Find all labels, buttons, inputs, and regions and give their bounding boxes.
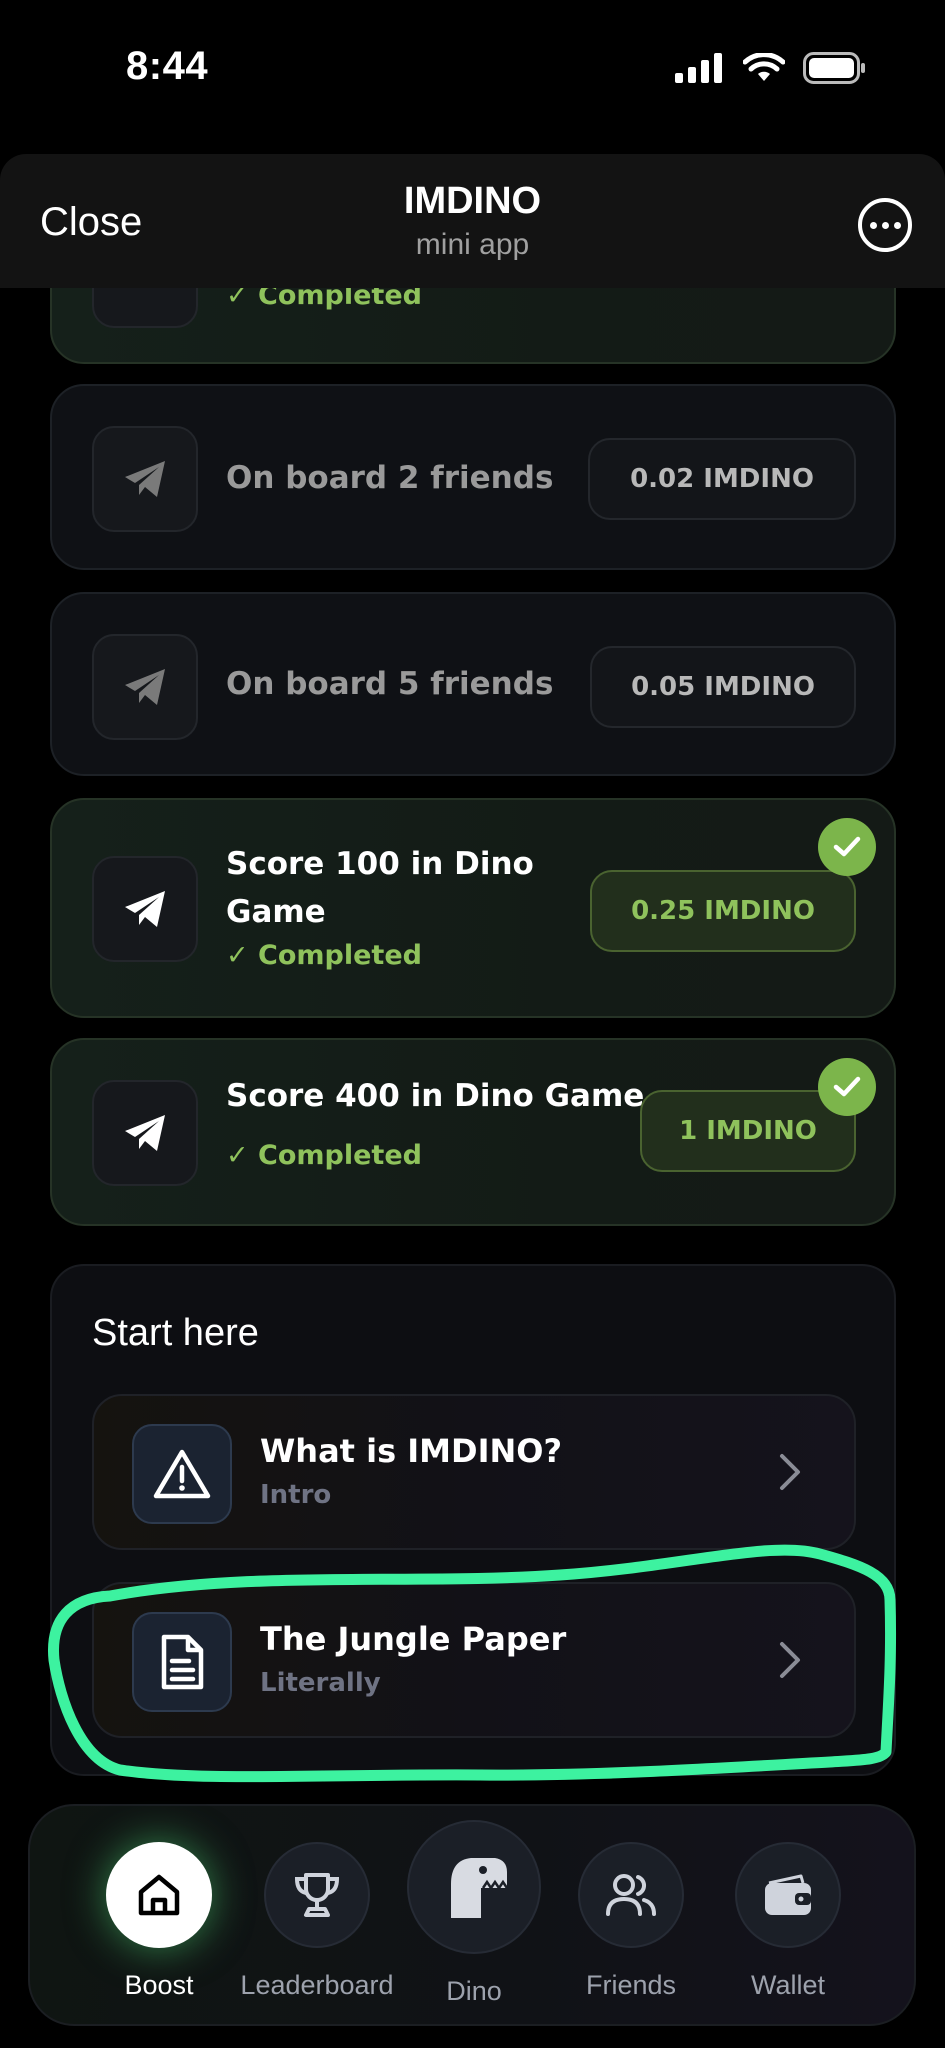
completed-check-badge [818, 1058, 876, 1116]
task-icon-box [92, 856, 198, 962]
nav-icon-circle [407, 1820, 541, 1954]
nav-icon-circle [735, 1842, 841, 1948]
nav-icon-circle [578, 1842, 684, 1948]
reward-button[interactable]: 0.02 IMDINO [588, 438, 856, 520]
wifi-icon [743, 53, 785, 81]
reward-button[interactable]: 0.25 IMDINO [590, 870, 856, 952]
app-subtitle: mini app [415, 228, 530, 261]
task-card[interactable]: On board 2 friends 0.02 IMDINO [50, 384, 896, 570]
task-icon-box [92, 634, 198, 740]
document-icon [161, 1634, 204, 1690]
trophy-icon [294, 1873, 340, 1917]
telegram-icon [125, 891, 165, 927]
bottom-nav: Boost Leaderboard Dino Friends Wallet [28, 1804, 916, 2026]
nav-item-dino[interactable]: Dino [394, 1820, 554, 2007]
more-options-button[interactable] [858, 198, 912, 252]
chevron-right-icon [780, 1454, 800, 1490]
status-icons [675, 52, 867, 84]
telegram-icon [125, 1115, 165, 1151]
task-card[interactable]: Score 400 in Dino Game ✓ Completed 1 IMD… [50, 1038, 896, 1226]
telegram-icon [125, 461, 165, 497]
guide-title: What is IMDINO? [260, 1432, 563, 1470]
section-title: Start here [92, 1312, 259, 1354]
cellular-signal-icon [675, 53, 722, 83]
nav-icon-circle [106, 1842, 212, 1948]
task-icon-box [92, 426, 198, 532]
task-status: ✓ Completed [226, 1140, 422, 1171]
task-card[interactable]: On board 5 friends 0.05 IMDINO [50, 592, 896, 776]
battery-icon [803, 52, 865, 84]
completed-check-badge [818, 818, 876, 876]
task-title: On board 5 friends [226, 666, 554, 702]
guide-icon-box [132, 1424, 232, 1524]
dino-icon [451, 1858, 509, 1918]
nav-label: Friends [585, 1970, 677, 2000]
app-title: IMDINO [403, 180, 542, 222]
task-title: Score 100 in Dino Game [226, 840, 534, 936]
telegram-icon [125, 669, 165, 705]
home-icon [138, 1874, 180, 1916]
task-title-line: Game [226, 894, 326, 930]
checkmark-icon [833, 1076, 861, 1097]
task-title: Score 400 in Dino Game [226, 1078, 645, 1114]
status-time: 8:44 [126, 44, 209, 88]
nav-label: Boost [124, 1970, 194, 2000]
guide-subtitle: Literally [260, 1668, 381, 1698]
nav-item-wallet[interactable]: Wallet [708, 1842, 868, 2001]
guide-subtitle: Intro [260, 1480, 332, 1510]
nav-label: Leaderboard [240, 1970, 394, 2000]
nav-item-friends[interactable]: Friends [551, 1842, 711, 2001]
checkmark-icon [833, 836, 861, 857]
friends-icon [606, 1874, 656, 1916]
nav-item-leaderboard[interactable]: Leaderboard [237, 1842, 397, 2001]
reward-button[interactable]: 0.05 IMDINO [590, 646, 856, 728]
nav-item-boost[interactable]: Boost [79, 1842, 239, 2001]
chevron-right-icon [780, 1642, 800, 1678]
guide-item-jungle-paper[interactable]: The Jungle Paper Literally [92, 1582, 856, 1738]
task-card[interactable]: Score 100 in Dino Game ✓ Completed 0.25 … [50, 798, 896, 1018]
guide-title: The Jungle Paper [260, 1620, 567, 1658]
task-title-line: Score 100 in Dino [226, 846, 534, 882]
task-status: ✓ Completed [226, 940, 422, 971]
nav-label: Wallet [750, 1970, 825, 2000]
nav-label: Dino [446, 1976, 502, 2006]
nav-icon-circle [264, 1842, 370, 1948]
task-icon-box [92, 1080, 198, 1186]
guide-item-intro[interactable]: What is IMDINO? Intro [92, 1394, 856, 1550]
task-title: On board 2 friends [226, 460, 554, 496]
guide-icon-box [132, 1612, 232, 1712]
wallet-icon [765, 1874, 811, 1915]
start-here-section: Start here What is IMDINO? Intro The Jun… [50, 1264, 896, 1776]
status-bar: 8:44 [0, 0, 945, 140]
warning-icon [153, 1449, 211, 1499]
